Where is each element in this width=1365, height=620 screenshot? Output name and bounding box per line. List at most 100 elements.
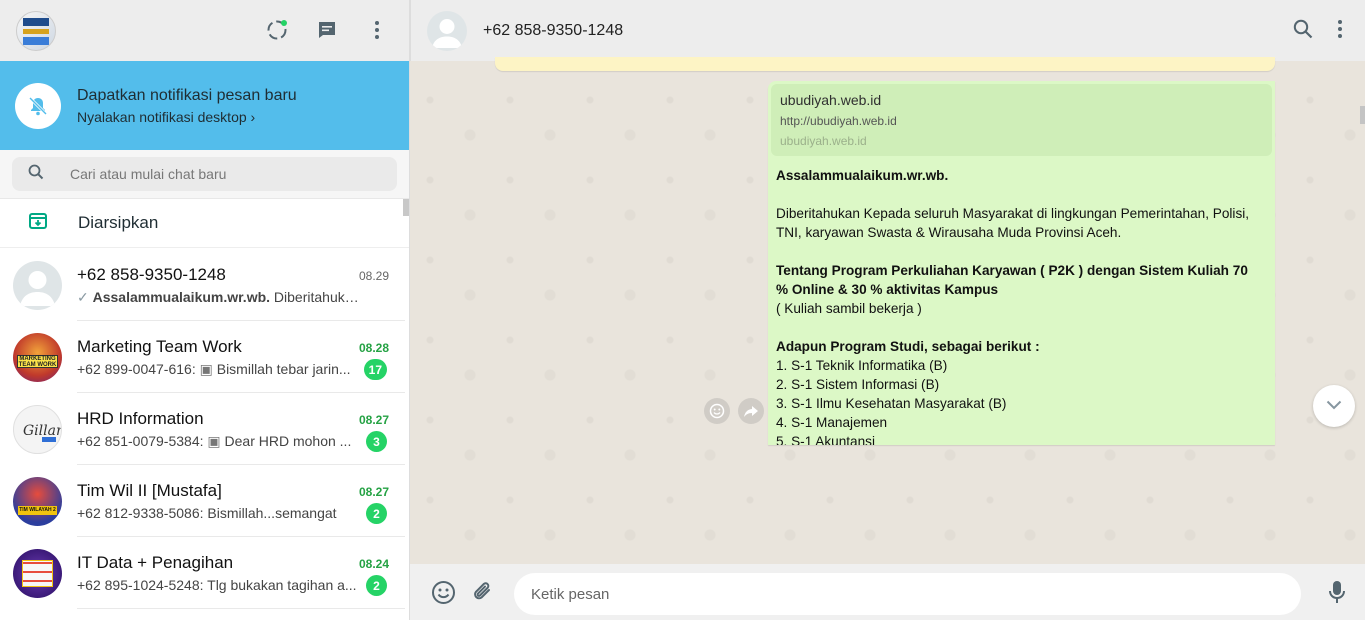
avatar: MARKETING TEAM WORK xyxy=(13,332,62,382)
message-line: 5. S-1 Akuntansi xyxy=(776,434,875,445)
sidebar: Dapatkan notifikasi pesan baru Nyalakan … xyxy=(0,0,410,620)
avatar xyxy=(13,548,62,598)
search-icon[interactable] xyxy=(1293,19,1313,44)
chat-preview-sender: +62 851-0079-5384: xyxy=(77,433,208,449)
message-line xyxy=(776,318,1267,337)
message-area[interactable]: ubudiyah.web.id http://ubudiyah.web.id u… xyxy=(410,57,1365,564)
chat-time: 08.29 xyxy=(358,269,389,283)
avatar[interactable] xyxy=(427,10,467,51)
contact-name: +62 858-9350-1248 xyxy=(483,21,624,39)
avatar: Gilland xyxy=(13,404,62,454)
conversation-scrollbar[interactable] xyxy=(1360,106,1365,124)
chat-preview: +62 812-9338-5086: Bismillah...semangat xyxy=(77,505,362,521)
chat-preview: ✓ Assalammualaikum.wr.wb. Diberitahukan … xyxy=(77,289,362,306)
link-preview-title: ubudiyah.web.id xyxy=(780,92,882,108)
message-line: Assalammualaikum.wr.wb. xyxy=(776,168,949,183)
sidebar-scrollbar[interactable] xyxy=(403,199,409,216)
chat-time: 08.27 xyxy=(358,413,389,427)
chat-item[interactable]: Gilland HRD Information 08.27 +62 851-00… xyxy=(0,393,405,465)
message-line: ( Kuliah sambil bekerja ) xyxy=(776,301,922,316)
chat-list: +62 858-9350-1248 08.29 ✓ Assalammualaik… xyxy=(0,249,405,609)
avatar xyxy=(13,260,62,310)
unread-badge: 2 xyxy=(366,575,387,596)
archived-label: Diarsipkan xyxy=(78,213,159,232)
chat-preview-text: Dear HRD mohon ... xyxy=(224,433,352,449)
chat-name: +62 858-9350-1248 xyxy=(77,265,226,284)
chat-preview-text: Bismillah tebar jarin... xyxy=(216,361,351,377)
status-icon[interactable] xyxy=(265,18,289,42)
message-line xyxy=(776,185,1267,204)
avatar: TIM WILAYAH 2 xyxy=(13,476,62,526)
profile-avatar[interactable] xyxy=(16,10,56,51)
message-line: 1. S-1 Teknik Informatika (B) xyxy=(776,358,948,373)
chat-name: HRD Information xyxy=(77,409,204,428)
forward-icon[interactable] xyxy=(738,398,764,424)
chat-item[interactable]: TIM WILAYAH 2 Tim Wil II [Mustafa] 08.27… xyxy=(0,465,405,537)
conversation-header[interactable]: +62 858-9350-1248 xyxy=(410,0,1365,61)
camera-icon: ▣ xyxy=(207,433,225,449)
message-line xyxy=(776,242,1267,261)
chat-name: Tim Wil II [Mustafa] xyxy=(77,481,222,500)
message-bubble-partial xyxy=(495,57,1275,71)
chat-preview-bold: Assalammualaikum.wr.wb. xyxy=(92,289,271,305)
search-icon[interactable] xyxy=(28,164,44,185)
new-chat-icon[interactable] xyxy=(315,18,339,42)
message-input[interactable] xyxy=(514,573,1301,615)
outgoing-message[interactable]: ubudiyah.web.id http://ubudiyah.web.id u… xyxy=(768,81,1275,445)
chat-preview-sender: +62 812-9338-5086: xyxy=(77,505,208,521)
message-actions xyxy=(704,398,764,424)
link-preview-domain: ubudiyah.web.id xyxy=(780,134,867,148)
chat-preview: +62 895-1024-5248: Tlg bukakan tagihan a… xyxy=(77,577,362,593)
message-line: TNI, karyawan Swasta & Wirausaha Muda Pr… xyxy=(776,225,1122,240)
scroll-to-bottom-button[interactable] xyxy=(1313,385,1355,427)
message-line: Adapun Program Studi, sebagai berikut : xyxy=(776,339,1040,354)
chat-preview: +62 851-0079-5384: ▣ Dear HRD mohon ... xyxy=(77,433,362,450)
notification-title: Dapatkan notifikasi pesan baru xyxy=(77,86,297,104)
message-line: Tentang Program Perkuliahan Karyawan ( P… xyxy=(776,263,1248,278)
search-bar xyxy=(0,150,409,199)
link-preview[interactable]: ubudiyah.web.id http://ubudiyah.web.id u… xyxy=(771,84,1272,156)
mic-icon[interactable] xyxy=(1329,580,1345,609)
message-text: Assalammualaikum.wr.wb. Diberitahukan Kep… xyxy=(768,159,1275,445)
sidebar-header xyxy=(0,0,409,61)
unread-badge: 17 xyxy=(363,359,387,380)
message-line: 3. S-1 Ilmu Kesehatan Masyarakat (B) xyxy=(776,396,1007,411)
delivered-check-icon: ✓ xyxy=(77,289,89,305)
chat-time: 08.24 xyxy=(358,557,389,571)
message-composer xyxy=(410,564,1365,620)
message-line: % Online & 30 % aktivitas Kampus xyxy=(776,282,999,297)
chat-name: Marketing Team Work xyxy=(77,337,242,356)
chat-preview-sender: +62 895-1024-5248: xyxy=(77,577,208,593)
emoji-icon[interactable] xyxy=(704,398,730,424)
chat-item[interactable]: MARKETING TEAM WORK Marketing Team Work 0… xyxy=(0,321,405,393)
chat-preview-text: Diberitahukan K... xyxy=(273,289,362,305)
notification-banner[interactable]: Dapatkan notifikasi pesan baru Nyalakan … xyxy=(0,61,409,150)
menu-icon[interactable] xyxy=(365,18,389,42)
whatsapp-web-app: Dapatkan notifikasi pesan baru Nyalakan … xyxy=(0,0,1365,620)
message-line: Diberitahukan Kepada seluruh Masyarakat … xyxy=(776,206,1250,221)
camera-icon: ▣ xyxy=(199,361,217,377)
link-preview-url: http://ubudiyah.web.id xyxy=(780,114,897,128)
unread-badge: 2 xyxy=(366,503,387,524)
chat-preview-sender: +62 899-0047-616: xyxy=(77,361,200,377)
chat-time: 08.27 xyxy=(358,485,389,499)
chat-item[interactable]: +62 858-9350-1248 08.29 ✓ Assalammualaik… xyxy=(0,249,405,321)
message-line: 2. S-1 Sistem Informasi (B) xyxy=(776,377,940,392)
chat-item[interactable]: IT Data + Penagihan 08.24 +62 895-1024-5… xyxy=(0,537,405,609)
chat-time: 08.28 xyxy=(358,341,389,355)
archive-icon xyxy=(28,211,48,236)
search-input[interactable] xyxy=(70,166,370,182)
emoji-icon[interactable] xyxy=(430,579,456,605)
archived-chats-row[interactable]: Diarsipkan xyxy=(0,199,409,248)
chat-preview: +62 899-0047-616: ▣ Bismillah tebar jari… xyxy=(77,361,362,378)
chat-name: IT Data + Penagihan xyxy=(77,553,234,572)
paperclip-icon[interactable] xyxy=(470,579,496,605)
unread-badge: 3 xyxy=(366,431,387,452)
bell-off-icon xyxy=(15,82,61,129)
message-line: 4. S-1 Manajemen xyxy=(776,415,888,430)
menu-icon[interactable] xyxy=(1337,19,1343,44)
chat-preview-text: Bismillah...semangat xyxy=(207,505,337,521)
enable-desktop-notifications-link[interactable]: Nyalakan notifikasi desktop › xyxy=(77,109,297,125)
chat-preview-text: Tlg bukakan tagihan a... xyxy=(207,577,357,593)
chevron-down-icon xyxy=(1326,397,1342,415)
